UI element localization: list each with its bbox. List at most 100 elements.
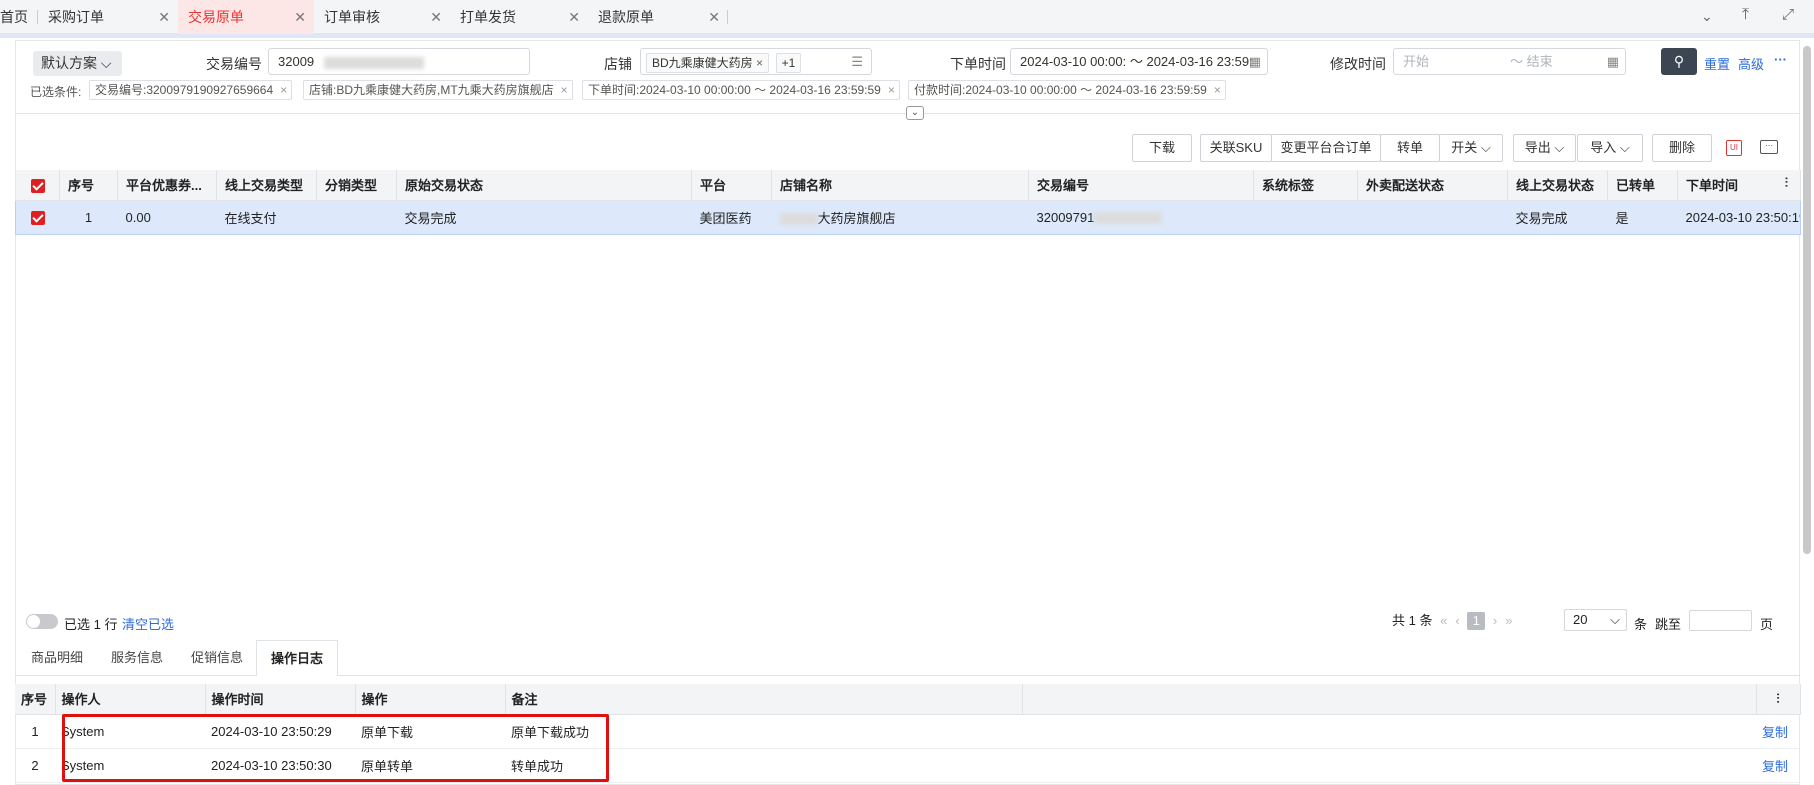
tab-label: 首页	[0, 9, 28, 25]
keyboard-icon[interactable]: ⋯	[1760, 140, 1778, 154]
reset-link[interactable]: 重置	[1704, 54, 1730, 73]
copy-link[interactable]: 复制	[1756, 714, 1800, 749]
close-icon[interactable]: ✕	[568, 0, 580, 34]
cell-index: 1	[84, 209, 93, 225]
col-header: 序号	[59, 170, 118, 201]
search-button[interactable]: ⚲	[1661, 48, 1697, 75]
calendar-icon: ▦	[1248, 54, 1261, 69]
page-size-select[interactable]: 20 ⌵	[1564, 609, 1627, 631]
column-settings-icon[interactable]: ⫶	[1756, 684, 1801, 715]
cell-online-status: 交易完成	[1515, 210, 1568, 226]
col-header: 平台优惠券...	[117, 170, 217, 201]
col-header: 操作	[355, 684, 506, 715]
chevron-down-icon: ⌵	[1480, 140, 1491, 155]
row-checkbox[interactable]	[16, 200, 60, 234]
prev-page-icon[interactable]: ‹	[1455, 613, 1459, 628]
clear-selection-link[interactable]: 清空已选	[122, 614, 174, 633]
col-header: 备注	[505, 684, 1023, 715]
chevron-down-icon[interactable]: ⌄	[1701, 8, 1713, 25]
first-page-icon[interactable]: «	[1440, 613, 1447, 628]
condition-chip: 付款时间:2024-03-10 00:00:00 ～ 2024-03-16 23…	[908, 80, 1226, 100]
more-icon[interactable]: ···	[1774, 52, 1787, 67]
trade-no-input[interactable]: 32009	[268, 48, 530, 75]
jump-label: 跳至	[1655, 617, 1682, 632]
modify-time-range[interactable]: 开始 ～ 结束 ▦	[1393, 48, 1626, 75]
condition-chip: 交易编号:3200979190927659664 ×	[89, 80, 293, 100]
export-label: 导出	[1524, 140, 1551, 155]
convert-button[interactable]: 转单	[1380, 134, 1440, 162]
last-page-icon[interactable]: »	[1505, 613, 1512, 628]
link-sku-button[interactable]: 关联SKU	[1200, 134, 1272, 162]
download-button[interactable]: 下载	[1132, 134, 1192, 162]
chevron-down-icon: ⌵	[100, 55, 112, 71]
export-dropdown[interactable]: 导出 ⌵	[1513, 134, 1576, 162]
cell-shop: 大药房旗舰店	[772, 200, 1029, 234]
tab-trade-original[interactable]: 交易原单 ✕	[178, 0, 314, 34]
cell-trade-no: 32009791	[1029, 200, 1254, 234]
remove-icon[interactable]: ×	[756, 56, 763, 70]
scheme-select[interactable]: 默认方案 ⌵	[33, 51, 122, 76]
copy-link[interactable]: 复制	[1756, 748, 1800, 783]
list-icon[interactable]: ☰	[851, 49, 863, 74]
condition-text: 下单时间:2024-03-10 00:00:00 ～ 2024-03-16 23…	[588, 83, 881, 97]
advanced-link[interactable]: 高级	[1738, 54, 1764, 73]
column-settings-icon[interactable]: ⫶	[1785, 175, 1788, 191]
close-icon[interactable]: ✕	[430, 0, 442, 34]
log-index: 1	[15, 714, 55, 749]
shop-more-chip: +1	[775, 52, 802, 73]
next-page-icon[interactable]: ›	[1493, 613, 1497, 628]
shop-select[interactable]: BD九乘康健大药房 × +1 ☰	[640, 48, 872, 75]
log-index: 2	[15, 748, 55, 783]
tab-label: 退款原单	[598, 9, 654, 25]
modify-end-placeholder: ～ 结束	[1510, 54, 1553, 69]
cell-orig-status: 交易完成	[404, 210, 457, 226]
page-suffix: 页	[1760, 617, 1774, 632]
tab-promo-info[interactable]: 促销信息	[177, 640, 257, 676]
table-row[interactable]: 1 0.00 在线支付 交易完成 美团医药 大药房旗舰店 32009791 交易…	[15, 200, 1801, 234]
select-all-checkbox[interactable]	[15, 170, 60, 201]
close-icon[interactable]: ×	[561, 81, 568, 99]
ui-icon[interactable]: UI	[1726, 140, 1742, 156]
close-icon[interactable]: ✕	[158, 0, 170, 34]
delete-button[interactable]: 删除	[1652, 134, 1712, 162]
tab-home[interactable]: 首页	[0, 0, 38, 34]
close-icon[interactable]: ×	[888, 81, 895, 99]
table-header: 序号 平台优惠券... 线上交易类型 分销类型 原始交易状态 平台 店铺名称 交…	[15, 170, 1801, 201]
tab-print-ship[interactable]: 打单发货 ✕	[450, 0, 588, 34]
selected-toggle[interactable]	[26, 614, 58, 629]
tab-purchase-order[interactable]: 采购订单 ✕	[38, 0, 178, 34]
tab-label: 打单发货	[460, 9, 516, 25]
upload-icon[interactable]: ⤒	[1742, 6, 1749, 24]
tab-operation-log[interactable]: 操作日志	[256, 640, 339, 676]
cell-converted: 是	[1615, 210, 1629, 226]
tab-refund-original[interactable]: 退款原单 ✕	[588, 0, 728, 34]
shop-name: 大药房旗舰店	[817, 210, 896, 226]
order-time-range[interactable]: 2024-03-10 00:00: ～ 2024-03-16 23:59: ▦	[1010, 48, 1268, 75]
condition-chip: 下单时间:2024-03-10 00:00:00 ～ 2024-03-16 23…	[582, 80, 900, 100]
condition-text: 店铺:BD九乘康健大药房,MT九乘大药房旗舰店	[309, 83, 554, 97]
cell-platform: 美团医药	[699, 210, 752, 226]
col-header: 操作时间	[205, 684, 356, 715]
jump-page-input[interactable]	[1689, 610, 1752, 631]
switch-dropdown[interactable]: 开关 ⌵	[1439, 134, 1503, 162]
change-merge-button[interactable]: 变更平台合订单	[1271, 134, 1381, 162]
tab-order-review[interactable]: 订单审核 ✕	[314, 0, 450, 34]
col-header: 线上交易类型	[216, 170, 317, 201]
current-page[interactable]: 1	[1467, 612, 1486, 630]
expand-icon[interactable]: ⤢	[1782, 6, 1794, 23]
tab-service-info[interactable]: 服务信息	[97, 640, 177, 676]
close-icon[interactable]: ✕	[294, 0, 306, 34]
collapse-toggle-icon[interactable]: ⌄	[906, 106, 924, 120]
close-icon[interactable]: ×	[1214, 81, 1221, 99]
trade-no-value: 32009	[278, 54, 315, 69]
close-icon[interactable]: ✕	[708, 0, 720, 34]
col-header: 线上交易状态	[1507, 170, 1608, 201]
page-size-unit: 条	[1634, 617, 1648, 632]
scrollbar[interactable]	[1803, 46, 1811, 554]
col-header: 系统标签	[1253, 170, 1358, 201]
col-header-label: 下单时间	[1686, 178, 1739, 194]
tab-product-detail[interactable]: 商品明细	[17, 640, 97, 676]
cell-coupon: 0.00	[125, 209, 151, 225]
close-icon[interactable]: ×	[280, 81, 287, 99]
import-dropdown[interactable]: 导入 ⌵	[1577, 134, 1643, 162]
